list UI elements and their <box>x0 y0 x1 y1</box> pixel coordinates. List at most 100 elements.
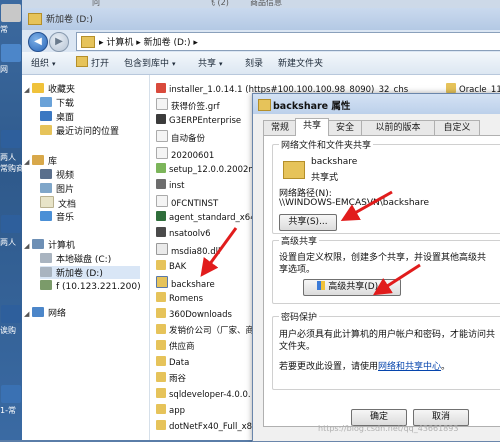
open-icon <box>76 56 88 67</box>
password-protection-group: 密码保护 用户必须具有此计算机的用户帐户和密码，才能访问共 文件夹。 若要更改此… <box>272 310 500 390</box>
nav-item-network-drive[interactable]: f (10.123.221.200) <box>40 280 141 293</box>
folder-icon <box>81 36 95 48</box>
file-name: 获得价签.grf <box>171 102 220 111</box>
expand-icon[interactable]: ◢ <box>24 242 32 250</box>
file-name: 0FCNTINST <box>171 199 219 208</box>
include-in-library-menu[interactable]: 包含到库中 ▾ <box>124 56 176 69</box>
pictures-icon <box>40 183 52 193</box>
nav-favorites[interactable]: ◢ 收藏夹 <box>24 82 75 95</box>
folder-icon <box>156 372 166 382</box>
network-path-value: \\WINDOWS-EMCASVN\backshare <box>279 198 430 208</box>
watermark: https://blog.csdn.net/qq_43661893 <box>318 424 459 433</box>
nav-label: 收藏夹 <box>48 85 76 95</box>
dialog-title-bar: backshare 属性 <box>253 94 500 114</box>
nav-network[interactable]: ◢ 网络 <box>24 306 66 319</box>
folder-icon <box>156 420 166 430</box>
password-change-prefix: 若要更改此设置，请使用 <box>279 362 379 372</box>
nav-item-videos[interactable]: 视频 <box>40 168 74 181</box>
folder-icon <box>156 388 166 398</box>
nav-item-drive-c[interactable]: 本地磁盘 (C:) <box>40 252 111 265</box>
top-strip-text: 问 <box>92 0 100 7</box>
open-label: 打开 <box>91 59 110 69</box>
back-button[interactable]: ◀ <box>28 32 48 52</box>
nav-computer[interactable]: ◢ 计算机 <box>24 238 75 251</box>
advanced-sharing-button[interactable]: 高级共享(D)... <box>303 279 401 296</box>
documents-icon <box>40 196 54 208</box>
network-icon <box>32 307 44 317</box>
nav-libraries[interactable]: ◢ 库 <box>24 154 57 167</box>
tab-sharing[interactable]: 共享 <box>295 118 329 136</box>
password-desc: 文件夹。 <box>279 342 316 352</box>
desktop-icon[interactable] <box>1 385 21 403</box>
folder-icon <box>156 324 166 334</box>
file-name: 雨谷 <box>169 374 187 384</box>
new-folder-button[interactable]: 新建文件夹 <box>278 56 323 69</box>
tab-previous-versions[interactable]: 以前的版本 <box>361 120 435 135</box>
nav-item-pictures[interactable]: 图片 <box>40 182 74 195</box>
desktop-label: 网 <box>0 65 8 74</box>
share-group-title: 网络文件和文件夹共享 <box>279 138 374 151</box>
download-icon <box>40 97 52 107</box>
expand-icon[interactable]: ◢ <box>24 86 32 94</box>
network-desktop-icon[interactable] <box>1 44 21 62</box>
share-name: backshare <box>311 157 358 167</box>
burn-button[interactable]: 刻录 <box>245 56 263 69</box>
nav-item-downloads[interactable]: 下载 <box>40 96 74 109</box>
folder-icon <box>156 404 166 414</box>
dll-icon <box>156 243 168 255</box>
file-name: setup_12.0.0.2002m <box>169 165 257 175</box>
desktop-icon[interactable] <box>1 215 21 233</box>
file-icon <box>156 147 168 159</box>
folder-icon <box>446 83 456 93</box>
desktop-label: 诶购 <box>0 326 16 335</box>
file-icon <box>156 195 168 207</box>
share-menu[interactable]: 共享 ▾ <box>198 56 223 69</box>
advanced-sharing-title: 高级共享 <box>279 234 320 247</box>
address-input[interactable]: ▸ 计算机 ▸ 新加卷 (D:) ▸ <box>76 32 500 51</box>
open-button[interactable]: 打开 <box>76 56 109 69</box>
file-name: BAK <box>169 262 187 272</box>
share-button[interactable]: 共享(S)... <box>279 214 337 231</box>
tab-customize[interactable]: 自定义 <box>434 120 480 135</box>
library-icon <box>32 155 44 165</box>
expand-icon[interactable]: ◢ <box>24 310 32 318</box>
expand-icon[interactable]: ◢ <box>24 158 32 166</box>
desktop-label: 常购商 <box>0 164 22 173</box>
new-folder-label: 新建文件夹 <box>278 59 324 69</box>
file-name: 360Downloads <box>169 310 232 320</box>
address-path: ▸ 计算机 ▸ 新加卷 (D:) ▸ <box>99 38 198 48</box>
forward-button[interactable]: ▶ <box>49 32 69 52</box>
file-name: msdia80.dll <box>171 247 221 256</box>
nav-label: f (10.123.221.200) <box>56 282 141 292</box>
sharing-pane: 网络文件和文件夹共享 backshare 共享式 网络路径(N): \\WIND… <box>263 135 500 427</box>
video-icon <box>40 169 52 179</box>
desktop-label: 两人 <box>0 238 16 247</box>
nav-label: 视频 <box>56 171 75 181</box>
nav-item-music[interactable]: 音乐 <box>40 210 74 223</box>
nav-label: 新加卷 (D:) <box>56 269 103 279</box>
file-name: app <box>169 406 185 416</box>
nav-label: 最近访问的位置 <box>56 127 120 137</box>
folder-icon <box>156 292 166 302</box>
nav-item-desktop[interactable]: 桌面 <box>40 110 74 123</box>
advanced-sharing-group: 高级共享 设置自定义权限，创建多个共享，并设置其他高级共 享选项。 高级共享(D… <box>272 234 500 304</box>
organize-menu[interactable]: 组织 ▾ <box>31 56 56 69</box>
tab-general[interactable]: 常规 <box>263 120 297 135</box>
share-label: 共享 <box>198 59 217 69</box>
nav-item-documents[interactable]: 文档 <box>40 196 76 210</box>
dialog-title: backshare 属性 <box>273 101 351 112</box>
desktop-icon[interactable] <box>1 305 21 323</box>
network-sharing-center-link[interactable]: 网络和共享中心 <box>378 362 441 372</box>
drive-icon <box>40 253 52 263</box>
recent-places-icon <box>40 125 52 135</box>
desktop-icon[interactable] <box>1 130 21 148</box>
folder-icon <box>258 99 271 111</box>
nav-item-recent[interactable]: 最近访问的位置 <box>40 124 119 137</box>
share-status: 共享式 <box>311 173 339 183</box>
nav-item-drive-d[interactable]: 新加卷 (D:) <box>40 266 140 279</box>
desktop-icon <box>40 111 52 121</box>
burn-label: 刻录 <box>245 59 264 69</box>
address-bar: ◀ ▶ ▸ 计算机 ▸ 新加卷 (D:) ▸ <box>22 30 500 52</box>
tab-security[interactable]: 安全 <box>328 120 362 135</box>
desktop-icon[interactable] <box>1 4 21 22</box>
